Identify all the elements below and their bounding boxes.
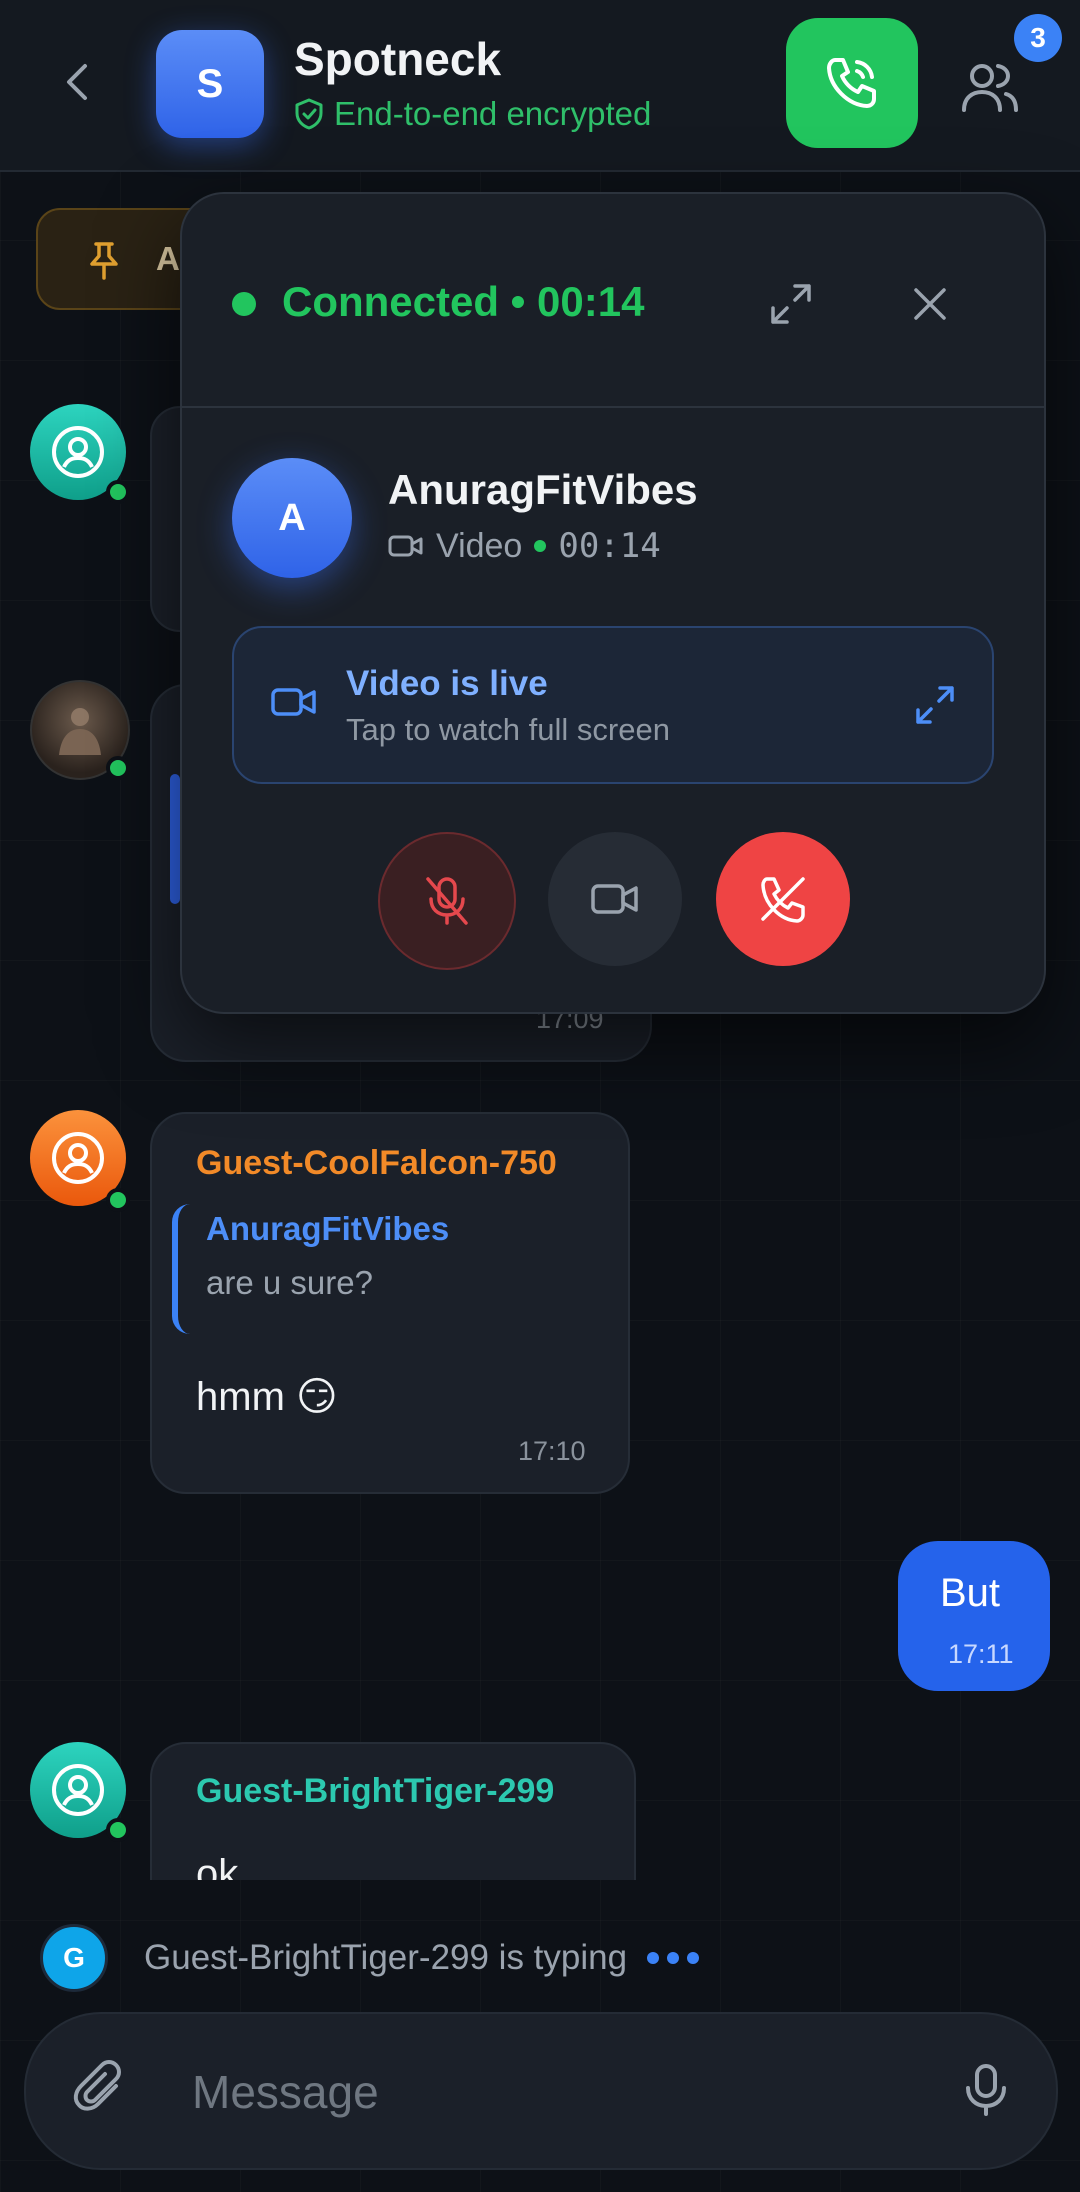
chevron-left-icon (67, 64, 87, 100)
typing-indicator: G Guest-BrightTiger-299 is typing (40, 1922, 1040, 1994)
call-meta: Video 00:14 (388, 526, 661, 566)
phone-icon (827, 58, 876, 108)
pin-icon (90, 242, 118, 280)
message-bubble[interactable]: Guest-CoolFalcon-750 AnuragFitVibes are … (150, 1112, 630, 1494)
end-call-button[interactable] (716, 832, 850, 966)
encryption-label: End-to-end encrypted (334, 95, 652, 132)
online-indicator (106, 1188, 130, 1212)
video-camera-icon (271, 688, 316, 716)
reply-text: are u sure? (206, 1264, 373, 1301)
call-panel: Connected • 00:14 A AnuragFitVibes Video… (180, 192, 1046, 1014)
callee-avatar: A (232, 458, 352, 578)
close-icon (914, 288, 946, 320)
participants-button[interactable] (958, 56, 1022, 120)
user-icon (52, 1132, 104, 1184)
users-icon (962, 64, 1018, 112)
chat-header: S Spotneck End-to-end encrypted 3 (0, 0, 1080, 172)
typing-dots (647, 1952, 700, 1964)
message-time: 17:10 (518, 1436, 586, 1466)
typing-text: Guest-BrightTiger-299 is typing (144, 1938, 628, 1977)
group-avatar[interactable]: S (156, 30, 264, 138)
encryption-status: End-to-end encrypted (294, 95, 651, 133)
live-subtitle: Tap to watch full screen (346, 712, 670, 747)
message-text: ok (196, 1852, 239, 1880)
phone-off-icon (761, 877, 805, 923)
maximize-call-button[interactable] (767, 280, 815, 328)
my-message-bubble[interactable]: But 17:11 (898, 1541, 1050, 1691)
toggle-video-button[interactable] (548, 832, 682, 966)
connected-indicator (232, 292, 256, 316)
message-composer (24, 2012, 1058, 2170)
video-camera-icon (388, 535, 423, 557)
attach-button[interactable] (72, 2060, 132, 2120)
message-bubble[interactable]: Guest-BrightTiger-299 ok (150, 1742, 636, 1880)
message-clip: Guest-BrightTiger-299 ok (0, 1742, 1080, 1880)
paperclip-icon (73, 2060, 121, 2111)
message-time: 17:11 (948, 1639, 1014, 1669)
mic-icon (966, 2064, 1006, 2116)
online-indicator (106, 480, 130, 504)
message-input[interactable] (190, 2054, 914, 2130)
call-type: Video (436, 526, 523, 565)
callee-name: AnuragFitVibes (388, 466, 698, 513)
message-sender: Guest-CoolFalcon-750 (196, 1144, 557, 1182)
expand-icon (771, 284, 811, 324)
video-live-banner[interactable]: Video is live Tap to watch full screen (232, 626, 994, 784)
fullscreen-icon[interactable] (914, 684, 956, 726)
call-duration: 00:14 (558, 526, 661, 566)
participants-count-badge: 3 (1014, 14, 1062, 62)
message-sender: Guest-BrightTiger-299 (196, 1772, 555, 1810)
message-text: hmm 😏 (196, 1375, 338, 1419)
reply-sender: AnuragFitVibes (206, 1210, 450, 1247)
call-status: Connected • 00:14 (282, 278, 645, 325)
person-photo-icon (59, 708, 101, 755)
user-icon (52, 426, 104, 478)
typing-user-avatar: G (40, 1924, 108, 1992)
reply-quote[interactable]: AnuragFitVibes are u sure? (172, 1204, 598, 1334)
voice-message-button[interactable] (956, 2060, 1016, 2120)
call-panel-header: Connected • 00:14 (182, 194, 1044, 408)
online-indicator (106, 756, 130, 780)
mic-off-icon (426, 877, 468, 925)
shield-check-icon (295, 98, 323, 130)
close-call-panel-button[interactable] (908, 282, 952, 326)
back-button[interactable] (55, 58, 103, 106)
voice-call-button[interactable] (786, 18, 918, 148)
status-dot (534, 540, 547, 552)
chat-title[interactable]: Spotneck (294, 32, 501, 86)
video-camera-icon (591, 884, 638, 914)
message-text: But (940, 1571, 1001, 1615)
unmute-button[interactable] (378, 832, 516, 970)
live-title: Video is live (346, 664, 548, 703)
